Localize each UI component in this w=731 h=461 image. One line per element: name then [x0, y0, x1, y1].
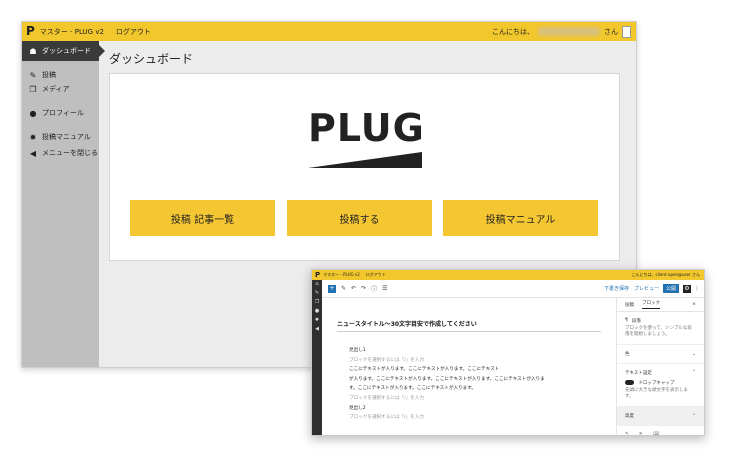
chevron-up-icon[interactable]: ⌃: [692, 370, 696, 376]
paragraph-icon: ¶: [625, 318, 628, 323]
plug-logo-icon[interactable]: P: [315, 271, 320, 279]
post-body[interactable]: 見出し1 ブロックを選択するには「/」を入力 ここにテキストが入ります。ここにテ…: [349, 346, 601, 423]
add-block-icon[interactable]: +: [328, 284, 336, 293]
screenshot-stage: P マスター - PLUG v2 ログアウト こんにちは、 さん ☗ ダッシュボ…: [0, 0, 731, 461]
advanced-section[interactable]: 高度 ⌃: [617, 407, 704, 426]
color-section[interactable]: 色 ⌄: [617, 345, 704, 364]
edit-icon[interactable]: ✎: [341, 285, 346, 292]
logout-link[interactable]: ログアウト: [116, 27, 151, 37]
plug-brand-logo: PLUG: [308, 108, 428, 170]
editor-window: P マスター - PLUG v2 ログアウト こんにちは、client-open…: [311, 269, 705, 436]
cross-icon[interactable]: ✕: [639, 432, 643, 435]
new-post-button[interactable]: 投稿する: [287, 200, 432, 236]
pin-icon[interactable]: ✎: [312, 289, 322, 298]
manual-button[interactable]: 投稿マニュアル: [443, 200, 598, 236]
pin-icon[interactable]: ✎: [625, 432, 629, 435]
admin-sidebar: ☗ ダッシュボード ✎ 投稿 ❐ メディア ● プロフィール ✹ 投稿マニュアル: [22, 41, 105, 367]
sidebar-item-label: 投稿マニュアル: [42, 133, 91, 141]
sidebar-item-collapse[interactable]: ◀ メニューを閉じる: [22, 143, 99, 163]
avatar[interactable]: [622, 25, 631, 38]
page-title: ダッシュボード: [109, 52, 194, 66]
panel-tabs: 投稿 ブロック ×: [617, 298, 704, 312]
collapse-icon: ◀: [29, 148, 37, 158]
title-divider: [337, 331, 601, 332]
redo-icon[interactable]: ↷: [361, 285, 366, 292]
text-settings-label: テキスト設定: [625, 371, 652, 376]
logo-wedge-shape: [308, 152, 422, 168]
sidebar-item-label: メニューを閉じる: [42, 149, 98, 157]
text-settings-section: テキスト設定 ⌃ ドロップキャップ 先頭に大きな頭文字を表示します。: [617, 364, 704, 407]
dashboard-icon: ☗: [29, 46, 37, 56]
editor-toolbar: + ✎ ↶ ↷ ⓘ ☰ 下書き保存 プレビュー 公開 ⚙ ⋮: [322, 280, 704, 298]
list-view-icon[interactable]: ☰: [382, 285, 387, 292]
paragraph-line[interactable]: す。ここにテキストが入ります。ここにテキストが入ります。: [349, 384, 601, 394]
gear-icon[interactable]: ✹: [312, 316, 322, 325]
greeting-text: こんにちは、: [492, 27, 534, 36]
block-placeholder[interactable]: ブロックを選択するには「/」を入力: [349, 413, 601, 423]
posts-list-button[interactable]: 投稿 記事一覧: [130, 200, 275, 236]
media-icon: ❐: [29, 84, 37, 94]
trash-icon[interactable]: ⌫: [653, 432, 659, 435]
publish-button[interactable]: 公開: [662, 284, 679, 293]
dashboard-panel: PLUG 投稿 記事一覧 投稿する 投稿マニュアル: [109, 73, 620, 261]
drop-cap-label: ドロップキャップ: [638, 381, 675, 386]
drop-cap-toggle[interactable]: [625, 380, 634, 385]
block-description: ブロックを使って、シンプルな段落を開始しましょう。: [625, 326, 692, 337]
site-name-link[interactable]: マスター - PLUG v2: [40, 27, 104, 37]
sidebar-item-dashboard[interactable]: ☗ ダッシュボード: [22, 41, 105, 61]
close-icon[interactable]: ×: [692, 302, 696, 307]
home-icon[interactable]: ⌂: [312, 280, 322, 289]
color-label: 色: [625, 352, 630, 357]
more-options-icon[interactable]: ⋮: [694, 285, 700, 292]
heading-block-2[interactable]: 見出し2: [349, 404, 601, 414]
gear-icon: ✹: [29, 132, 37, 142]
editor-topbar: P マスター - PLUG v2 ログアウト こんにちは、client-open…: [312, 270, 704, 280]
chevron-down-icon: ⌄: [692, 351, 696, 357]
user-greeting: こんにちは、client-open@user さん: [631, 272, 700, 277]
pin-icon: ✎: [29, 70, 37, 80]
collapse-icon[interactable]: ◀: [312, 325, 322, 334]
paragraph-line[interactable]: が入ります。ここにテキストが入ります。ここにテキストが入ります。ここにテキストが…: [349, 375, 601, 385]
paragraph-line[interactable]: ここにテキストが入ります。ここにテキストが入ります。ここにテキスト: [349, 365, 601, 375]
editor-sidebar: ⌂ ✎ ❐ ● ✹ ◀: [312, 280, 322, 435]
drop-cap-description: 先頭に大きな頭文字を表示します。: [625, 388, 688, 399]
sidebar-item-media[interactable]: ❐ メディア: [22, 79, 99, 99]
sidebar-item-label: 投稿: [42, 71, 56, 79]
panel-bottom-icons: ✎ ✕ ⌫: [617, 426, 704, 435]
user-icon[interactable]: ●: [312, 307, 322, 316]
advanced-label: 高度: [625, 414, 634, 419]
settings-panel: 投稿 ブロック × ¶ 段落 ブロックを使って、シンプルな段落を開始しましょう。…: [616, 298, 704, 435]
media-icon[interactable]: ❐: [312, 298, 322, 307]
chevron-up-icon: ⌃: [692, 413, 696, 419]
user-icon: ●: [29, 108, 37, 118]
plug-logo-icon[interactable]: P: [26, 22, 35, 41]
sidebar-item-profile[interactable]: ● プロフィール: [22, 103, 99, 123]
heading-block-1[interactable]: 見出し1: [349, 346, 601, 356]
sidebar-item-label: ダッシュボード: [42, 47, 91, 55]
settings-gear-icon[interactable]: ⚙: [683, 284, 691, 293]
block-info: ¶ 段落 ブロックを使って、シンプルな段落を開始しましょう。: [617, 312, 704, 345]
site-name-link[interactable]: マスター - PLUG v2: [323, 272, 360, 278]
blurred-username: [538, 27, 600, 36]
sidebar-item-label: メディア: [42, 85, 70, 93]
info-icon[interactable]: ⓘ: [371, 284, 377, 293]
honorific-text: さん: [604, 27, 618, 36]
plug-logo-text: PLUG: [308, 106, 425, 150]
undo-icon[interactable]: ↶: [351, 285, 356, 292]
tab-post[interactable]: 投稿: [625, 302, 634, 308]
sidebar-item-label: プロフィール: [42, 109, 84, 117]
admin-topbar: P マスター - PLUG v2 ログアウト こんにちは、 さん: [22, 22, 636, 41]
post-title-field[interactable]: ニュースタイトル〜30文字目安で作成してください: [337, 319, 477, 328]
block-placeholder[interactable]: ブロックを選択するには「/」を入力: [349, 394, 601, 404]
block-placeholder[interactable]: ブロックを選択するには「/」を入力: [349, 356, 601, 366]
block-name: 段落: [631, 319, 641, 324]
save-draft-button[interactable]: 下書き保存: [604, 285, 629, 292]
preview-button[interactable]: プレビュー: [634, 285, 659, 292]
logout-link[interactable]: ログアウト: [366, 272, 386, 278]
tab-block[interactable]: ブロック: [642, 300, 660, 309]
editor-canvas: ニュースタイトル〜30文字目安で作成してください 見出し1 ブロックを選択するに…: [322, 298, 616, 435]
